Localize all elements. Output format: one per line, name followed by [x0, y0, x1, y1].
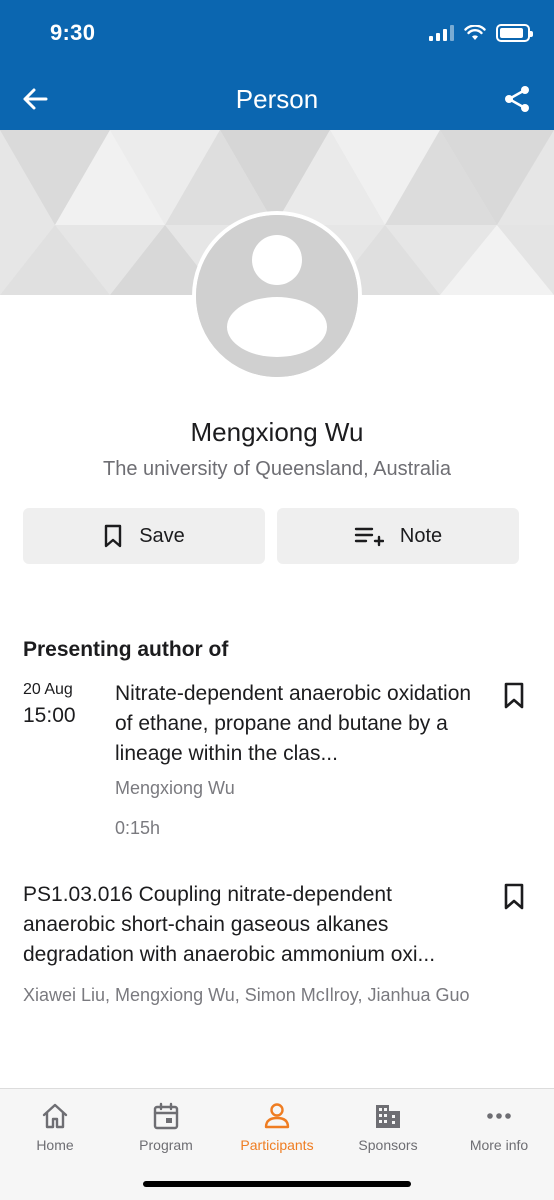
note-button[interactable]: Note	[277, 508, 519, 564]
person-placeholder-icon	[196, 215, 358, 377]
bookmark-icon	[504, 883, 524, 910]
person-name: Mengxiong Wu	[190, 417, 364, 447]
calendar-icon	[153, 1102, 179, 1130]
more-icon	[487, 1113, 511, 1119]
session-bookmark-button[interactable]	[502, 682, 528, 710]
bookmark-icon	[504, 682, 524, 709]
home-icon	[42, 1103, 68, 1129]
poster-authors: Xiawei Liu, Mengxiong Wu, Simon McIlroy,…	[23, 985, 470, 1005]
session-title[interactable]: Nitrate-dependent anaerobic oxidation of…	[115, 679, 490, 769]
share-button[interactable]	[500, 82, 534, 116]
tab-label: Home	[36, 1137, 74, 1153]
tab-label: Sponsors	[358, 1137, 418, 1153]
person-affiliation: The university of Queensland, Australia	[103, 458, 451, 480]
tab-participants[interactable]: Participants	[222, 1101, 332, 1153]
battery-level	[500, 28, 524, 38]
session-authors: Mengxiong Wu	[115, 778, 235, 798]
add-note-icon	[354, 527, 384, 547]
home-indicator	[143, 1181, 411, 1187]
poster-title[interactable]: PS1.03.016 Coupling nitrate-dependent an…	[23, 880, 488, 970]
poster-bookmark-button[interactable]	[502, 883, 528, 911]
person-icon	[264, 1103, 290, 1129]
status-time: 9:30	[50, 20, 96, 45]
avatar	[192, 211, 362, 381]
share-icon	[505, 86, 529, 112]
header-row: Person	[0, 72, 554, 124]
building-icon	[376, 1105, 400, 1128]
tab-label: Program	[139, 1137, 193, 1153]
session-duration: 0:15h	[115, 818, 161, 838]
status-icons	[429, 24, 533, 42]
save-button[interactable]: Save	[23, 508, 265, 564]
tab-label: Participants	[240, 1137, 314, 1153]
tab-more-info[interactable]: More info	[444, 1101, 554, 1153]
tab-sponsors[interactable]: Sponsors	[333, 1101, 443, 1153]
section-title: Presenting author of	[23, 638, 229, 661]
battery-icon	[496, 24, 533, 42]
signal-icon	[429, 25, 454, 41]
note-button-label: Note	[399, 524, 443, 547]
tab-home[interactable]: Home	[0, 1101, 110, 1153]
app-header: 9:30 Person	[0, 0, 554, 130]
save-button-label: Save	[139, 524, 185, 547]
session-date: 20 Aug	[23, 681, 73, 698]
wifi-icon	[464, 25, 486, 40]
tab-program[interactable]: Program	[111, 1101, 221, 1153]
tab-label: More info	[469, 1137, 529, 1153]
page-title: Person	[235, 84, 319, 114]
session-time: 15:00	[23, 704, 76, 727]
bookmark-icon	[105, 524, 122, 548]
